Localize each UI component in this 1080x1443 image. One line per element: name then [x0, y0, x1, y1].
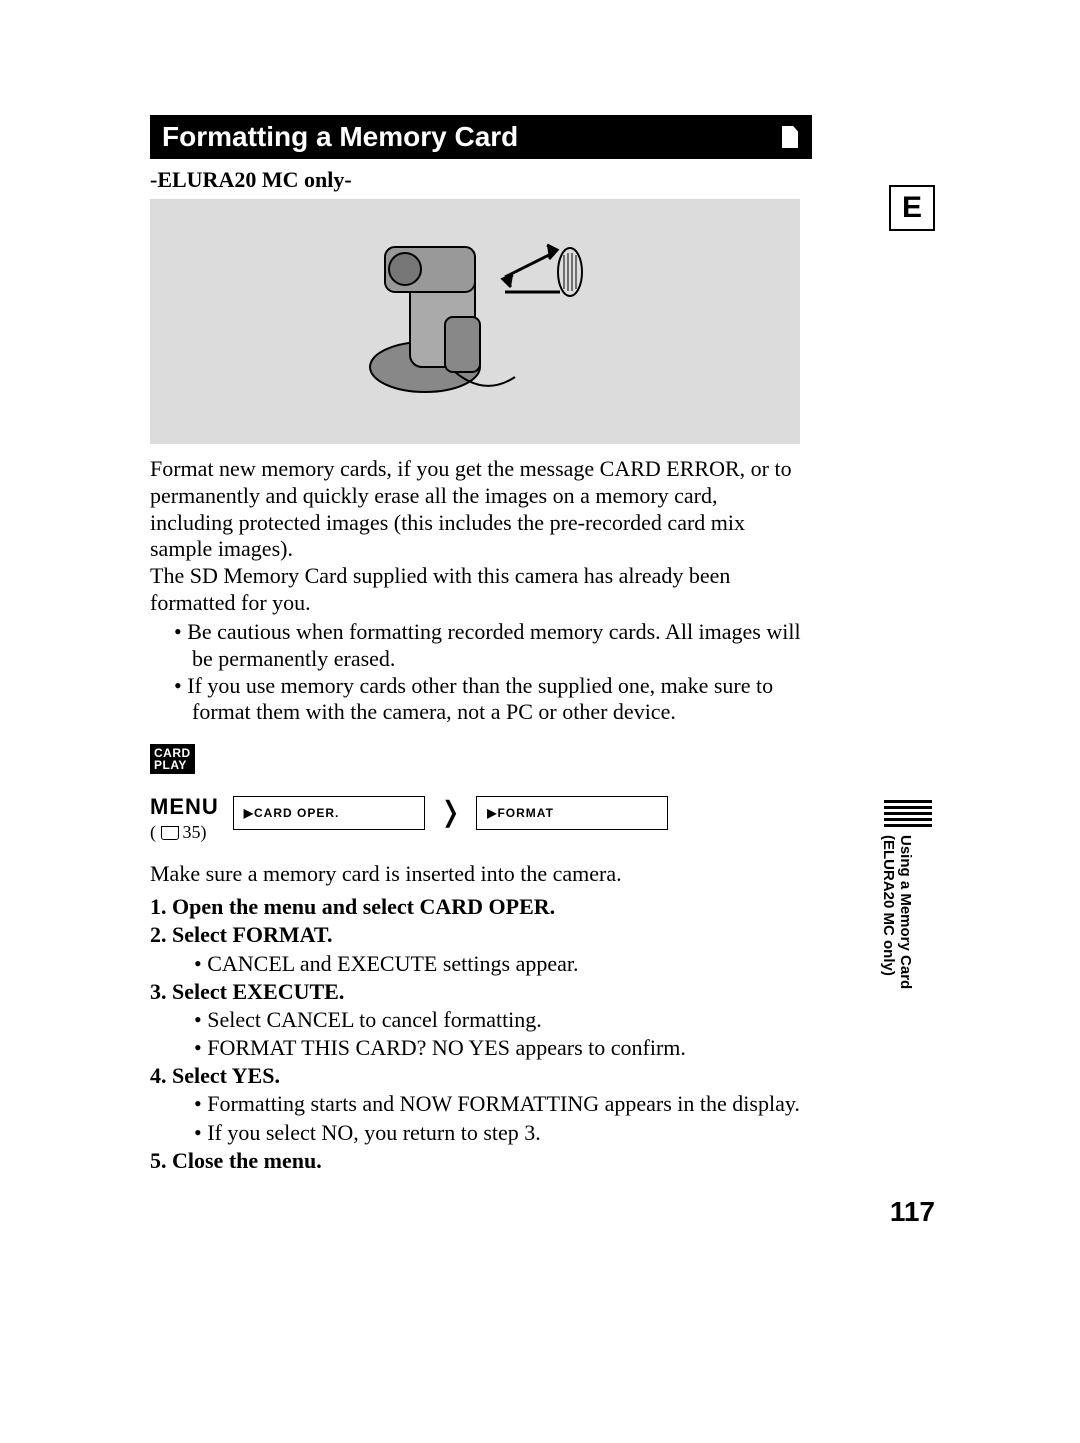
intro-paragraph: The SD Memory Card supplied with this ca…: [150, 563, 800, 617]
book-icon: [161, 822, 183, 842]
step-item: 3. Select EXECUTE. Select CANCEL to canc…: [150, 978, 800, 1062]
bullet-item: If you use memory cards other than the s…: [174, 673, 814, 727]
step-item: 5. Close the menu.: [150, 1147, 800, 1175]
menu-path-box: ▶FORMAT: [476, 796, 668, 830]
step-bullet: If you select NO, you return to step 3.: [194, 1119, 800, 1147]
mode-tag: CARDPLAY: [150, 744, 195, 774]
menu-path-row: MENU ( 35) ▶CARD OPER. ❭ ▶FORMAT: [150, 794, 935, 843]
step-list: 1. Open the menu and select CARD OPER. 2…: [150, 893, 800, 1175]
arrow-right-icon: ❭: [439, 796, 462, 828]
step-bullet: Select CANCEL to cancel formatting.: [194, 1006, 800, 1034]
model-subtitle: -ELURA20 MC only-: [150, 167, 935, 193]
language-badge: E: [889, 185, 935, 231]
step-bullet: CANCEL and EXECUTE settings appear.: [194, 950, 800, 978]
side-tab-line: (ELURA20 MC only): [880, 835, 897, 976]
menu-label: MENU: [150, 794, 219, 820]
step-item: 4. Select YES. Formatting starts and NOW…: [150, 1062, 800, 1146]
side-tab-line: Using a Memory Card: [897, 835, 914, 989]
mmc-card-icon: [768, 115, 812, 159]
card-type-icons: [720, 115, 812, 159]
side-tab: Using a Memory Card (ELURA20 MC only): [880, 800, 935, 989]
intro-paragraph: Format new memory cards, if you get the …: [150, 456, 800, 563]
section-title: Formatting a Memory Card: [150, 115, 770, 159]
side-tab-lines-icon: [880, 800, 935, 827]
menu-path-box: ▶CARD OPER.: [233, 796, 425, 830]
instruction-line: Make sure a memory card is inserted into…: [150, 861, 800, 887]
intro-text: Format new memory cards, if you get the …: [150, 456, 800, 617]
sd-card-icon: [720, 115, 764, 159]
camera-illustration: [150, 199, 800, 444]
step-bullet: FORMAT THIS CARD? NO YES appears to conf…: [194, 1034, 800, 1062]
step-item: 1. Open the menu and select CARD OPER.: [150, 893, 800, 921]
intro-bullets: Be cautious when formatting recorded mem…: [150, 619, 814, 726]
page-number: 117: [890, 1196, 935, 1228]
menu-page-ref: ( 35): [150, 822, 219, 843]
step-item: 2. Select FORMAT. CANCEL and EXECUTE set…: [150, 921, 800, 977]
bullet-item: Be cautious when formatting recorded mem…: [174, 619, 814, 673]
step-bullet: Formatting starts and NOW FORMATTING app…: [194, 1090, 800, 1118]
camcorder-icon: [355, 217, 595, 427]
